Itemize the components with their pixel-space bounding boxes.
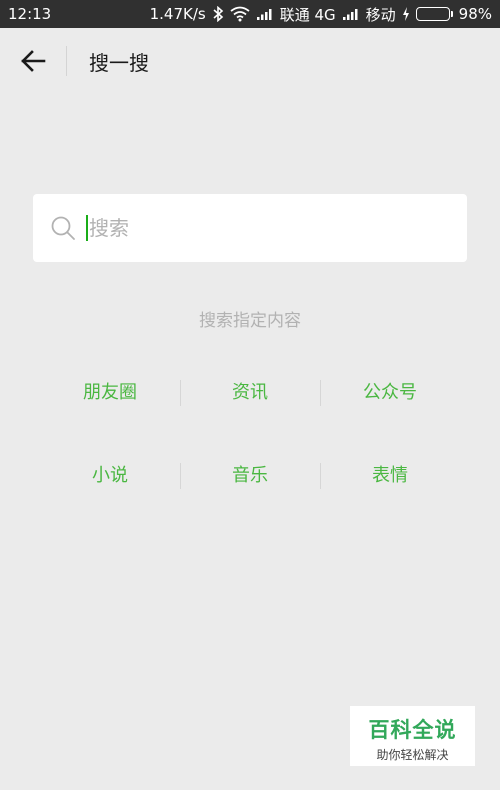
wifi-icon bbox=[230, 6, 250, 22]
header: 搜一搜 bbox=[0, 28, 500, 94]
search-input[interactable] bbox=[89, 208, 429, 248]
watermark-subtitle: 助你轻松解决 bbox=[376, 748, 449, 762]
status-bar: 12:13 1.47K/s 联通 4G 移动 98% bbox=[0, 0, 500, 28]
carrier-2: 移动 bbox=[365, 5, 396, 24]
category-grid: 朋友圈 资讯 公众号 小说 音乐 表情 bbox=[40, 362, 460, 528]
search-icon bbox=[51, 216, 75, 240]
network-speed: 1.47K/s bbox=[149, 5, 206, 23]
battery-percent: 98% bbox=[458, 5, 492, 23]
back-button[interactable] bbox=[0, 28, 66, 94]
search-hint: 搜索指定内容 bbox=[199, 311, 301, 331]
page-title: 搜一搜 bbox=[89, 50, 149, 75]
header-divider bbox=[66, 46, 67, 76]
category-official-accounts[interactable]: 公众号 bbox=[320, 362, 460, 424]
watermark-logo: 百科全说 助你轻松解决 bbox=[350, 706, 475, 766]
category-news[interactable]: 资讯 bbox=[180, 362, 320, 424]
watermark-title: 百科全说 bbox=[368, 718, 457, 742]
category-stickers[interactable]: 表情 bbox=[320, 445, 460, 507]
category-row: 小说 音乐 表情 bbox=[40, 445, 460, 507]
arrow-left-icon bbox=[21, 50, 46, 72]
battery-icon bbox=[415, 7, 453, 21]
category-music[interactable]: 音乐 bbox=[180, 445, 320, 507]
status-right: 1.47K/s 联通 4G 移动 98% bbox=[150, 4, 492, 25]
signal-icon bbox=[256, 7, 274, 21]
search-box[interactable] bbox=[33, 194, 467, 262]
status-time: 12:13 bbox=[8, 5, 52, 23]
text-cursor bbox=[86, 215, 88, 241]
category-novels[interactable]: 小说 bbox=[40, 445, 180, 507]
carrier-1: 联通 4G bbox=[279, 5, 336, 24]
category-row: 朋友圈 资讯 公众号 bbox=[40, 362, 460, 424]
signal-icon-2 bbox=[342, 7, 360, 21]
category-moments[interactable]: 朋友圈 bbox=[40, 362, 180, 424]
charging-icon bbox=[402, 7, 410, 21]
bluetooth-icon bbox=[212, 6, 224, 22]
